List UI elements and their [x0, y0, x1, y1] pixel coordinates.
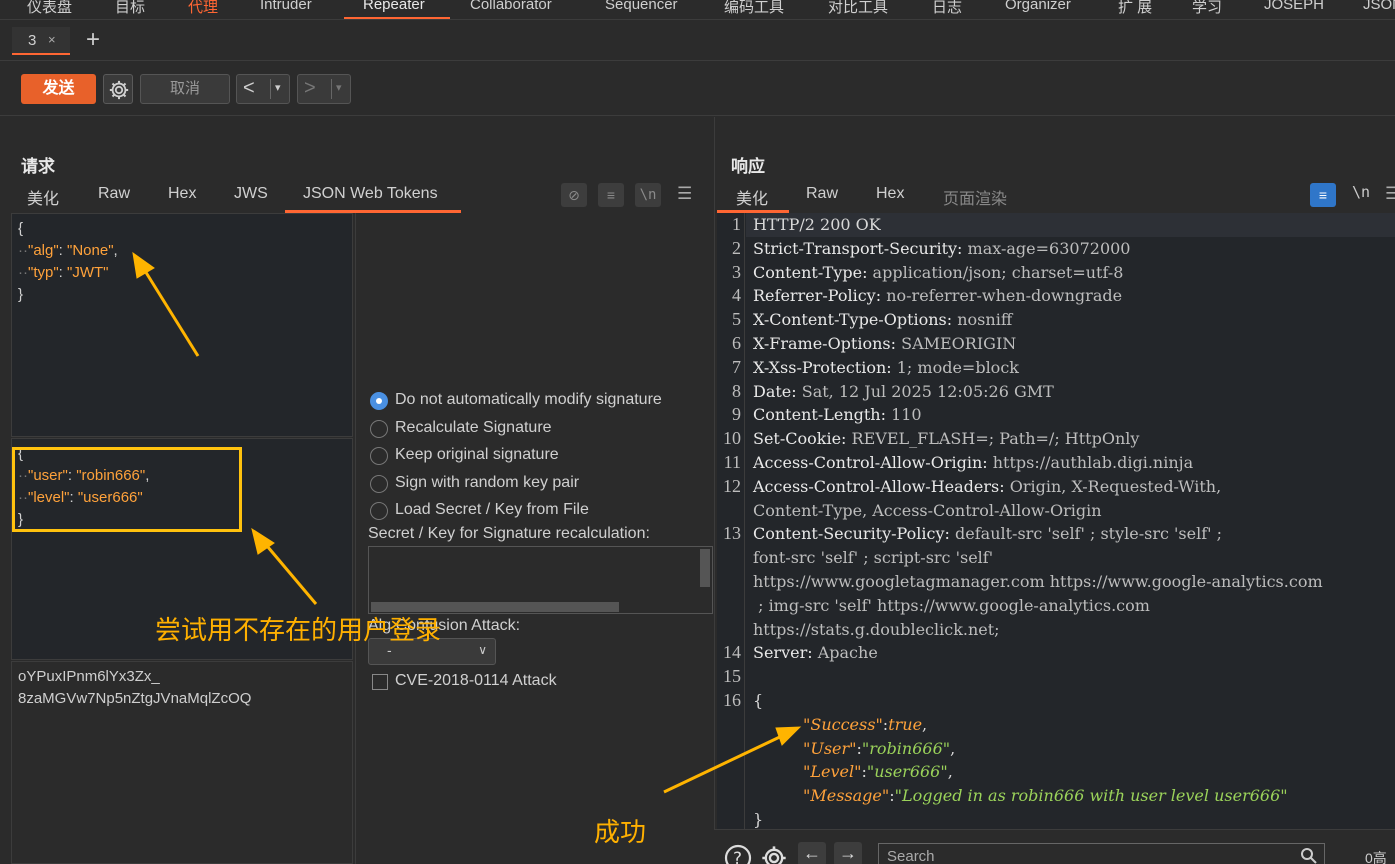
- annotation-try-login: 尝试用不存在的用户登录: [155, 616, 442, 646]
- arrow-to-alg: [132, 251, 200, 357]
- annotation-arrows: [132, 251, 802, 794]
- arrow-to-payload: [251, 527, 318, 605]
- annotation-success: 成功: [594, 818, 647, 848]
- arrow-to-success: [663, 726, 802, 794]
